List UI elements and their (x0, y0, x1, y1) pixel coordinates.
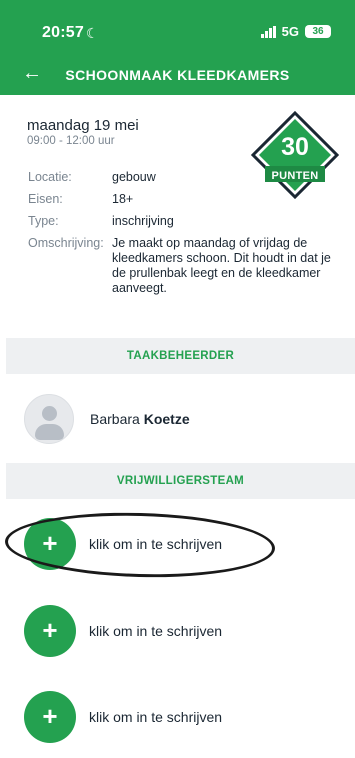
section-header-task-manager: TAAKBEHEERDER (6, 338, 355, 374)
detail-key: Locatie: (28, 170, 72, 184)
moon-icon: ☾ (86, 25, 99, 41)
detail-row-type: Type: inschrijving (28, 214, 332, 229)
detail-value: inschrijving (112, 214, 174, 228)
manager-name: Barbara Koetze (90, 411, 190, 427)
signup-slot-2[interactable]: + klik om in te schrijven (24, 605, 222, 657)
network-label: 5G (281, 24, 299, 39)
detail-value: 18+ (112, 192, 134, 206)
plus-icon[interactable]: + (24, 691, 76, 743)
signup-slot-1[interactable]: + klik om in te schrijven (24, 518, 222, 570)
signup-label[interactable]: klik om in te schrijven (89, 709, 222, 725)
signup-slot-3[interactable]: + klik om in te schrijven (24, 691, 222, 743)
points-value: 30 (281, 133, 309, 161)
avatar (24, 394, 74, 444)
page-title: SCHOONMAAK KLEEDKAMERS (65, 67, 290, 83)
section-header-volunteer-team: VRIJWILLIGERSTEAM (6, 463, 355, 499)
battery-icon: 36 (305, 25, 331, 38)
detail-row-location: Locatie: gebouw (28, 170, 332, 185)
detail-value: Je maakt op maandag of vrijdag de kleedk… (112, 236, 331, 295)
detail-value: gebouw (112, 170, 156, 184)
event-date: maandag 19 mei (27, 117, 139, 134)
status-bar: 20:57 ☾ 5G 36 (0, 0, 355, 55)
detail-key: Omschrijving: (28, 236, 104, 250)
plus-icon[interactable]: + (24, 605, 76, 657)
status-time: 20:57 (42, 24, 84, 41)
detail-row-description: Omschrijving: Je maakt op maandag of vri… (28, 236, 332, 296)
signup-label[interactable]: klik om in te schrijven (89, 623, 222, 639)
task-manager-row[interactable]: Barbara Koetze (24, 394, 190, 444)
signal-icon (260, 25, 276, 38)
event-time: 09:00 - 12:00 uur (27, 135, 115, 147)
detail-row-requirements: Eisen: 18+ (28, 192, 332, 207)
app-bar: ← SCHOONMAAK KLEEDKAMERS (0, 55, 355, 95)
status-indicators: 5G 36 (260, 24, 331, 39)
plus-icon[interactable]: + (24, 518, 76, 570)
points-badge: 30 PUNTEN (251, 111, 339, 199)
signup-label[interactable]: klik om in te schrijven (89, 536, 222, 552)
detail-key: Type: (28, 214, 59, 228)
detail-key: Eisen: (28, 192, 63, 206)
